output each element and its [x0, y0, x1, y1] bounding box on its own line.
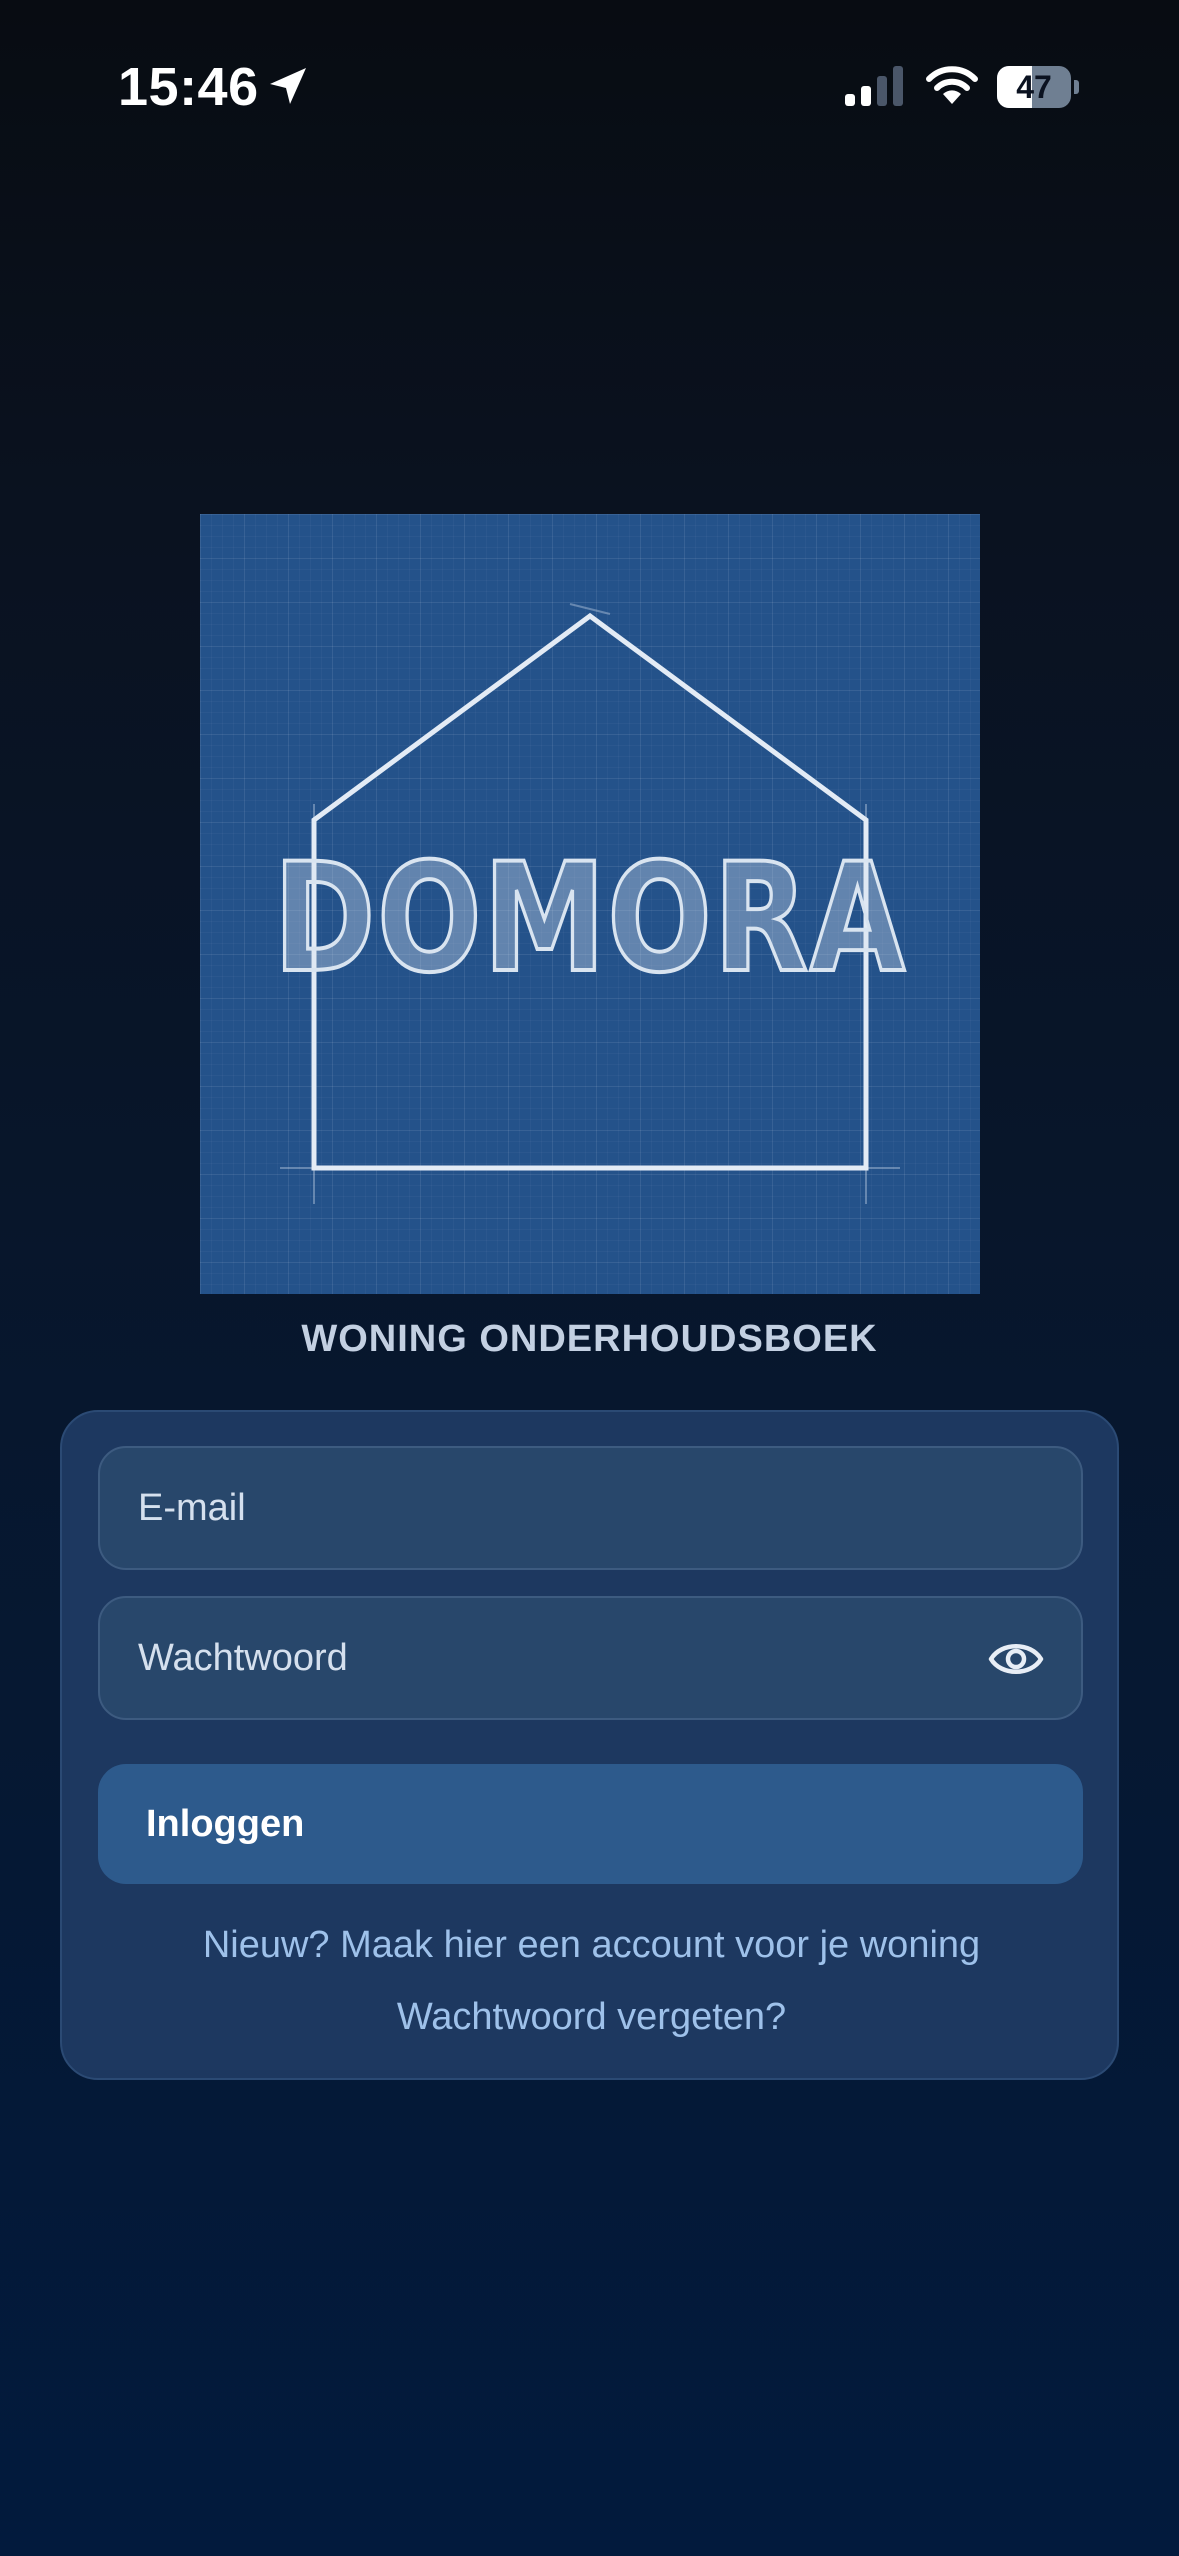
battery-icon: 47 [997, 66, 1079, 108]
eye-icon[interactable] [987, 1630, 1045, 1688]
status-bar: 15:46 47 [0, 0, 1179, 170]
wifi-icon [926, 66, 978, 104]
login-card: E-mail Wachtwoord Inloggen Nieuw? Maak h… [60, 1410, 1119, 2080]
login-button[interactable]: Inloggen [98, 1764, 1083, 1884]
email-input[interactable]: E-mail [98, 1446, 1083, 1570]
cellular-signal-icon [845, 66, 903, 106]
status-time: 15:46 [118, 57, 259, 117]
register-link[interactable]: Nieuw? Maak hier een account voor je won… [62, 1924, 1121, 1967]
location-arrow-icon [270, 68, 306, 104]
password-input[interactable]: Wachtwoord [98, 1596, 1083, 1720]
email-placeholder: E-mail [138, 1487, 246, 1529]
logo-wordmark: DOMORA [272, 830, 907, 1008]
battery-percent: 47 [1016, 69, 1052, 105]
password-placeholder: Wachtwoord [138, 1637, 348, 1679]
forgot-password-link[interactable]: Wachtwoord vergeten? [62, 1996, 1121, 2039]
app-logo: DOMORA [200, 514, 980, 1294]
app-subtitle: WONING ONDERHOUDSBOEK [301, 1318, 878, 1360]
